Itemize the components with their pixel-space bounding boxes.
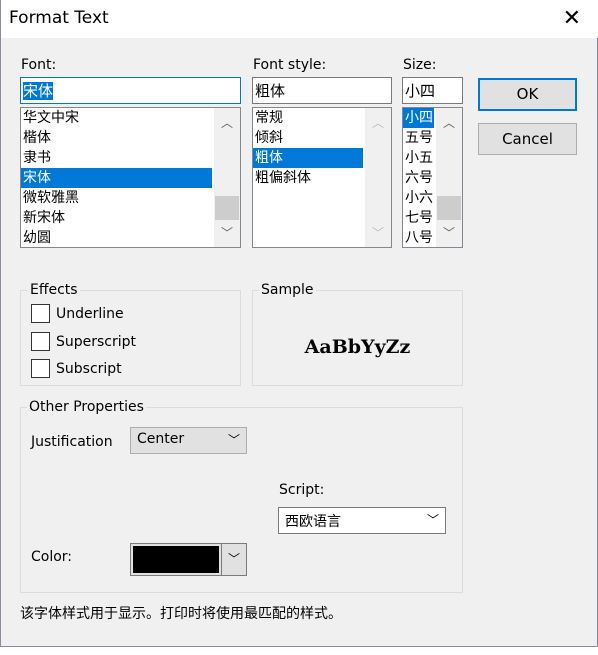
script-value: 西欧语言 xyxy=(285,514,341,530)
font-list-item[interactable]: 华文中宋 xyxy=(21,108,212,128)
cancel-button[interactable]: Cancel xyxy=(478,123,577,155)
footer-note: 该字体样式用于显示。打印时将使用最匹配的样式。 xyxy=(20,606,342,622)
subscript-checkbox[interactable] xyxy=(31,359,50,378)
chevron-down-icon: ﹀ xyxy=(371,226,384,240)
size-list-item[interactable]: 八号 xyxy=(403,228,434,247)
size-label: Size: xyxy=(403,57,437,73)
size-list-item[interactable]: 小五 xyxy=(403,148,434,168)
other-properties-title: Other Properties xyxy=(27,399,146,415)
font-scrollbar[interactable]: ︿ ﹀ xyxy=(214,108,240,247)
chevron-up-icon[interactable]: ︿ xyxy=(436,114,462,131)
font-list-item[interactable]: 幼圆 xyxy=(21,228,212,247)
chevron-down-icon: ﹀ xyxy=(227,433,240,447)
font-style-list[interactable]: 常规 倾斜 粗体 粗偏斜体 ︿ ﹀ xyxy=(252,107,392,248)
font-list-item[interactable]: 宋体 xyxy=(21,168,212,188)
scroll-thumb[interactable] xyxy=(215,196,239,220)
justification-label: Justification xyxy=(31,434,113,450)
scroll-thumb[interactable] xyxy=(437,196,461,220)
underline-checkbox[interactable] xyxy=(31,304,50,323)
close-icon[interactable]: ✕ xyxy=(563,6,581,31)
font-style-input[interactable]: 粗体 xyxy=(252,77,392,104)
effects-title: Effects xyxy=(28,282,80,298)
chevron-down-icon[interactable]: ﹀ xyxy=(214,224,240,241)
chevron-down-icon[interactable]: ﹀ xyxy=(221,544,246,575)
font-style-input-value: 粗体 xyxy=(255,82,286,100)
size-list-item[interactable]: 七号 xyxy=(403,208,434,228)
sample-text: AaBbYyZz xyxy=(304,336,411,358)
window-title: Format Text xyxy=(9,8,109,28)
font-list[interactable]: 华文中宋 楷体 隶书 宋体 微软雅黑 新宋体 幼圆 ︿ ﹀ xyxy=(20,107,241,248)
chevron-up-icon: ︿ xyxy=(371,116,384,130)
font-style-list-item[interactable]: 粗体 xyxy=(253,148,363,168)
font-style-scrollbar[interactable]: ︿ ﹀ xyxy=(365,108,391,247)
underline-label: Underline xyxy=(56,306,124,322)
font-style-list-item[interactable]: 倾斜 xyxy=(253,128,363,148)
chevron-down-icon: ﹀ xyxy=(426,513,439,527)
font-label: Font: xyxy=(21,57,57,73)
color-picker[interactable]: ﹀ xyxy=(130,543,247,576)
superscript-checkbox[interactable] xyxy=(31,332,50,351)
script-dropdown[interactable]: 西欧语言 ﹀ xyxy=(278,507,446,534)
chevron-up-icon[interactable]: ︿ xyxy=(214,114,240,131)
subscript-label: Subscript xyxy=(56,361,122,377)
superscript-label: Superscript xyxy=(56,334,137,350)
font-input[interactable]: 宋体 xyxy=(20,77,241,104)
font-style-label: Font style: xyxy=(253,57,327,73)
size-list[interactable]: 小四 五号 小五 六号 小六 七号 八号 ︿ ﹀ xyxy=(402,107,463,248)
color-swatch xyxy=(133,546,219,573)
script-label: Script: xyxy=(279,482,325,498)
color-label: Color: xyxy=(31,549,73,565)
chevron-down-icon[interactable]: ﹀ xyxy=(436,224,462,241)
ok-button[interactable]: OK xyxy=(478,78,577,111)
size-input[interactable]: 小四 xyxy=(402,77,463,104)
size-list-item[interactable]: 六号 xyxy=(403,168,434,188)
justification-dropdown[interactable]: Center ﹀ xyxy=(130,427,247,454)
font-list-item[interactable]: 新宋体 xyxy=(21,208,212,228)
size-list-item[interactable]: 五号 xyxy=(403,128,434,148)
size-list-item[interactable]: 小四 xyxy=(403,108,434,128)
font-list-item[interactable]: 楷体 xyxy=(21,128,212,148)
font-style-list-item[interactable]: 粗偏斜体 xyxy=(253,168,363,188)
size-list-item[interactable]: 小六 xyxy=(403,188,434,208)
size-scrollbar[interactable]: ︿ ﹀ xyxy=(436,108,462,247)
font-list-item[interactable]: 隶书 xyxy=(21,148,212,168)
justification-value: Center xyxy=(137,431,185,447)
format-text-dialog: Format Text ✕ Font: 宋体 华文中宋 楷体 隶书 宋体 微软雅黑 新宋体… xyxy=(0,0,598,647)
font-list-item[interactable]: 微软雅黑 xyxy=(21,188,212,208)
font-input-value: 宋体 xyxy=(23,82,54,100)
size-input-value: 小四 xyxy=(405,82,436,100)
title-bar: Format Text ✕ xyxy=(1,0,598,38)
font-style-list-item[interactable]: 常规 xyxy=(253,108,363,128)
sample-title: Sample xyxy=(259,282,316,298)
